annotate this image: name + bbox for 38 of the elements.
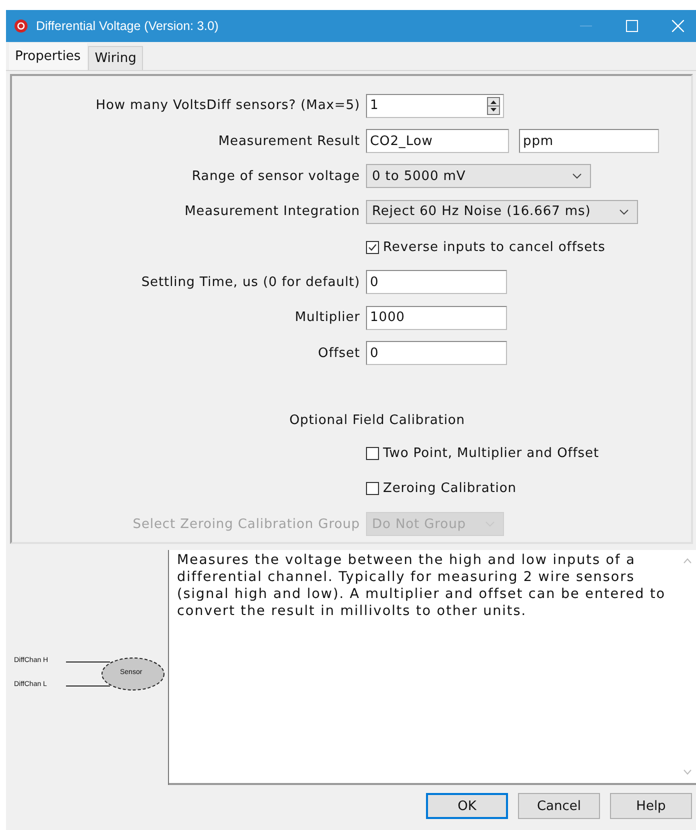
checkbox-label[interactable]: Two Point, Multiplier and Offset [383,446,600,462]
caret-icon[interactable] [619,208,629,215]
caret-icon[interactable] [572,173,582,180]
scroll-up-icon[interactable] [683,558,692,564]
dialog-button[interactable]: Cancel [518,793,600,819]
field-label: How many VoltsDiff sensors? (Max=5) [96,98,360,114]
dropdown[interactable]: Reject 60 Hz Noise (16.667 ms) [366,200,638,224]
field-label: Range of sensor voltage [192,168,360,184]
app-icon [14,19,28,33]
close-icon[interactable] [672,20,684,32]
field-label: Multiplier [294,310,360,326]
field-label: Offset [318,346,360,361]
dialog-button[interactable]: OK [426,793,508,819]
dialog-button[interactable]: Help [610,793,692,819]
field-label: Select Zeroing Calibration Group [132,516,360,532]
checkbox[interactable] [366,447,379,460]
maximize-icon[interactable] [626,20,638,32]
field-label: Measurement Result [218,134,360,149]
tab[interactable]: Wiring [88,46,144,70]
spinner-arrows-icon[interactable] [487,96,500,115]
dropdown[interactable]: 0 to 5000 mV [366,164,591,188]
field-label: Settling Time, us (0 for default) [141,274,360,290]
text-field[interactable]: 0 [366,270,507,294]
checkbox-label[interactable]: Zeroing Calibration [383,481,516,496]
text-field[interactable]: 1000 [366,306,507,330]
window-title: Differential Voltage (Version: 3.0) [36,19,219,33]
unit-field[interactable]: ppm [519,129,659,154]
checkbox[interactable] [366,482,379,496]
checkbox[interactable] [366,240,379,254]
text-field[interactable]: CO2_Low [366,129,509,154]
text-field[interactable]: 0 [366,341,507,366]
field-label: Measurement Integration [184,204,360,220]
description-text: Measures the voltage between the high and low inputs of a differential channel. Typically for measuring 2 wire sensors (signal high and low). A multiplier and offset can be entered to convert the result in millivolts to other units. [176,551,667,621]
section-heading: Optional Field Calibration [289,412,465,428]
tab[interactable]: Properties [8,42,88,70]
checkbox-label[interactable]: Reverse inputs to cancel offsets [383,240,606,255]
number-spinner[interactable]: 1 [366,94,504,118]
scroll-down-icon[interactable] [683,769,692,775]
